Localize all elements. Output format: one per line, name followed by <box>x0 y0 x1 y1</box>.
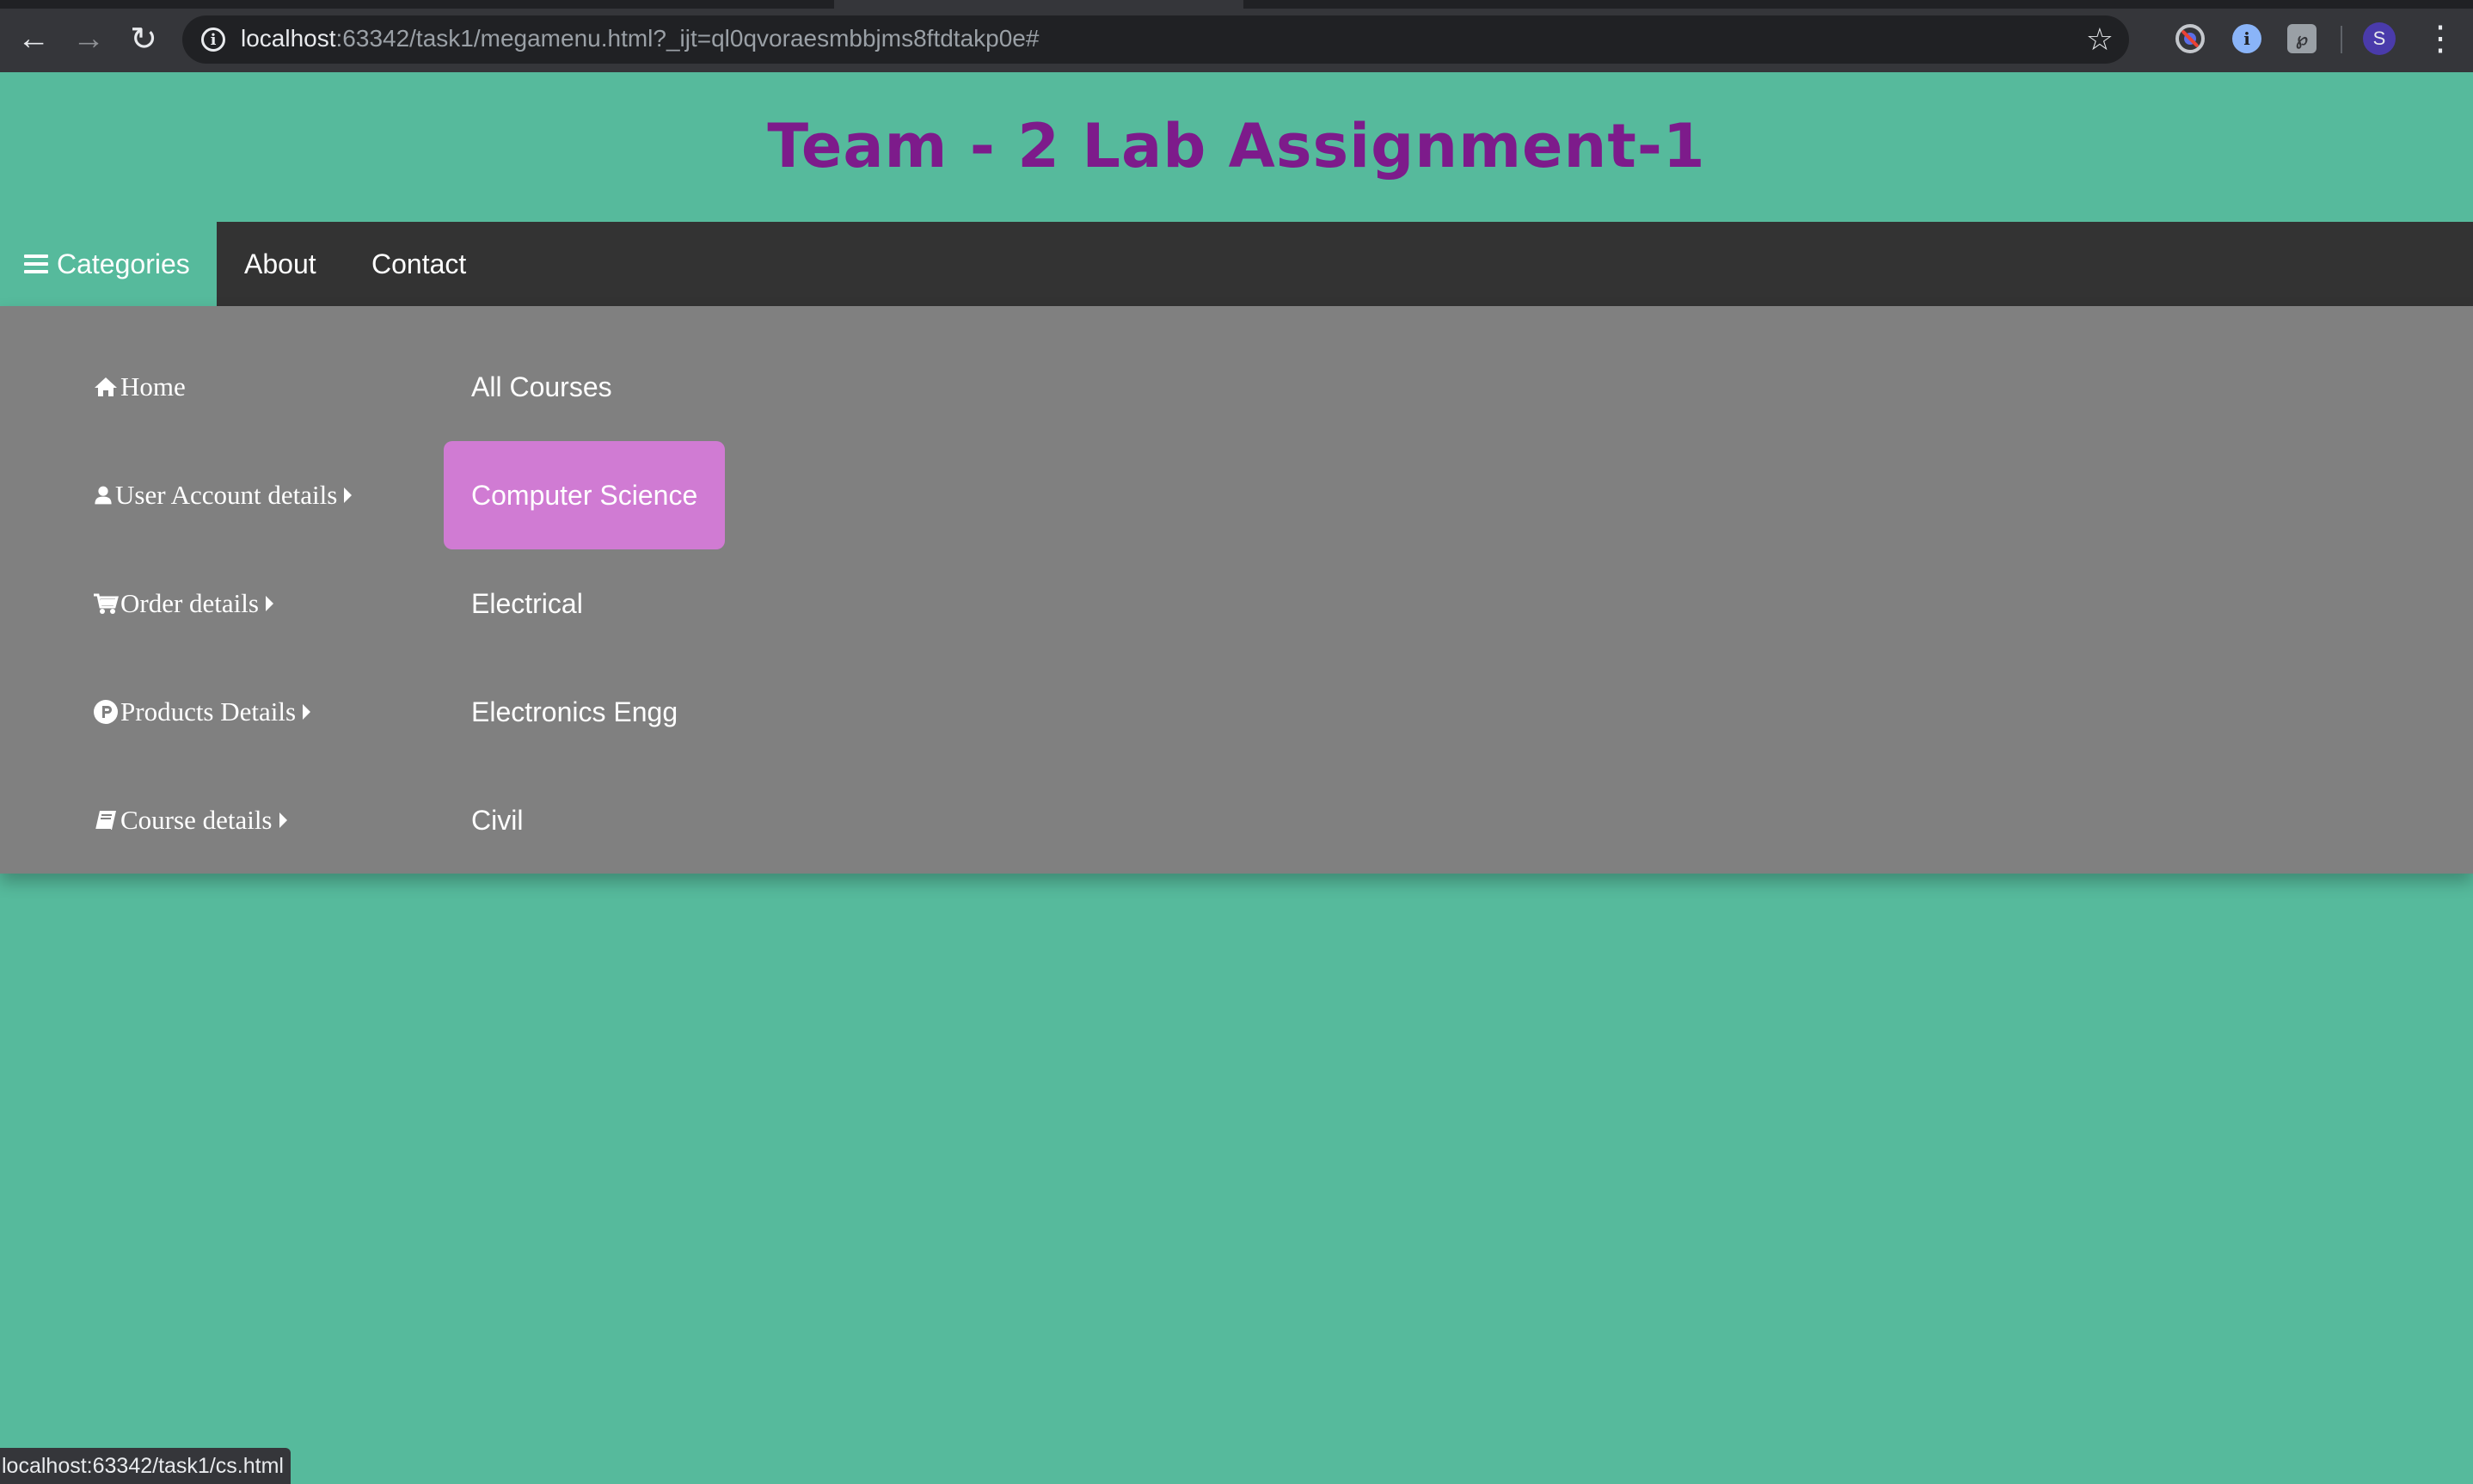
caret-right-icon <box>279 813 287 828</box>
course-link-computer-science[interactable]: Computer Science <box>444 441 726 549</box>
site-info-icon[interactable]: i <box>201 28 225 52</box>
menu-item-label: Home <box>120 371 186 402</box>
menu-item-label: Products Details <box>120 696 297 727</box>
url-host: localhost <box>241 25 336 52</box>
course-link-electrical[interactable]: Electrical <box>444 549 611 658</box>
categories-label: Categories <box>57 248 190 279</box>
menu-item-label: Order details <box>120 588 259 618</box>
course-link-civil[interactable]: Civil <box>444 766 550 874</box>
course-link-all-courses[interactable]: All Courses <box>444 333 640 441</box>
user-icon <box>95 486 112 505</box>
course-link-electronics-engg[interactable]: Electronics Engg <box>444 658 705 766</box>
navbar: Categories About Contact <box>0 222 2473 306</box>
menu-item-user-account-details[interactable]: User Account details <box>93 478 353 512</box>
nav-link-about[interactable]: About <box>244 222 316 306</box>
hamburger-icon <box>24 250 48 278</box>
active-tab[interactable] <box>834 0 1243 9</box>
forward-button[interactable]: → <box>69 19 108 58</box>
reload-button[interactable]: ↻ <box>124 19 163 58</box>
menu-item-label: User Account details <box>115 480 338 510</box>
book-icon <box>95 811 116 831</box>
browser-toolbar: ← → ↻ i localhost:63342/task1/megamenu.h… <box>0 0 2473 72</box>
url-path: :63342/task1/megamenu.html?_ijt=ql0qvora… <box>335 25 1040 52</box>
address-url[interactable]: localhost:63342/task1/megamenu.html?_ijt… <box>241 25 1039 52</box>
caret-right-icon <box>303 704 311 720</box>
bookmark-star-icon[interactable]: ☆ <box>2086 22 2114 57</box>
toolbar-divider <box>2341 26 2342 53</box>
block-extension-icon[interactable] <box>2175 24 2205 53</box>
menu-item-home[interactable]: Home <box>93 370 186 404</box>
caret-right-icon <box>265 596 273 611</box>
menu-item-label: Course details <box>120 805 273 835</box>
menu-item-course-details[interactable]: Course details <box>93 803 287 837</box>
back-button[interactable]: ← <box>14 19 53 58</box>
categories-dropdown-button[interactable]: Categories <box>0 222 217 306</box>
page-title: Team - 2 Lab Assignment-1 <box>767 111 1706 181</box>
status-bar-url: localhost:63342/task1/cs.html <box>0 1448 291 1484</box>
nav-link-contact[interactable]: Contact <box>371 222 466 306</box>
caret-right-icon <box>344 488 353 503</box>
mega-menu-panel: Home User Account details Order details … <box>0 306 2473 874</box>
tab-strip <box>0 0 2473 9</box>
menu-item-products-details[interactable]: Products Details <box>93 695 311 729</box>
menu-item-order-details[interactable]: Order details <box>93 586 273 621</box>
browser-menu-icon[interactable]: ⋮ <box>2423 19 2458 58</box>
address-bar[interactable]: i localhost:63342/task1/megamenu.html?_i… <box>182 15 2129 64</box>
product-hunt-icon <box>94 700 118 724</box>
home-icon <box>95 377 117 396</box>
extension-icon[interactable]: ℘ <box>2287 24 2317 53</box>
profile-avatar[interactable]: S <box>2363 22 2396 55</box>
info-extension-icon[interactable]: i <box>2232 24 2261 53</box>
cart-icon <box>94 593 119 614</box>
